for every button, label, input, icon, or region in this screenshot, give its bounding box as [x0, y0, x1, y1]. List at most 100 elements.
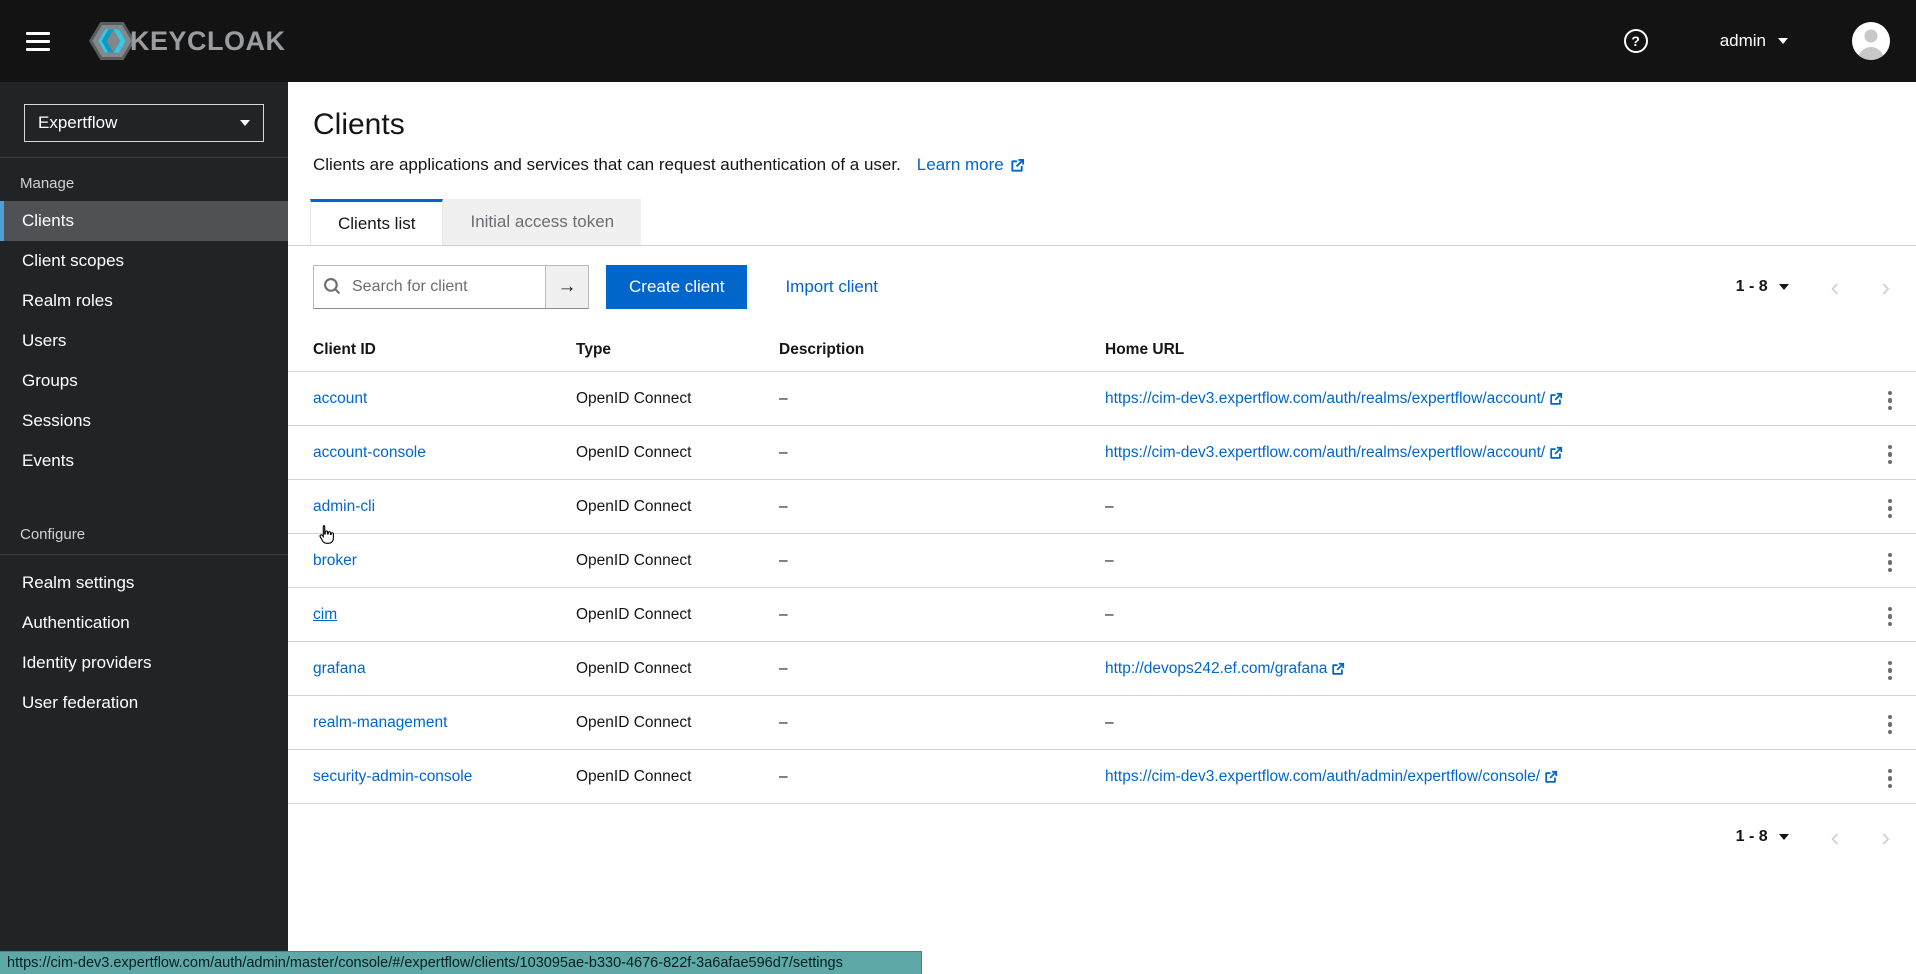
keycloak-brand-text: KEYCLOAK: [130, 26, 286, 57]
learn-more-label: Learn more: [917, 155, 1004, 175]
tab-clients-list[interactable]: Clients list: [310, 199, 443, 245]
sidebar-item-client-scopes[interactable]: Client scopes: [0, 241, 288, 281]
table-row: cimOpenID Connect––: [288, 588, 1916, 642]
home-url-link[interactable]: https://cim-dev3.expertflow.com/auth/rea…: [1105, 390, 1563, 408]
sidebar-item-events[interactable]: Events: [0, 441, 288, 481]
external-link-icon: [1331, 662, 1345, 676]
home-url-cell: –: [1105, 534, 1805, 588]
client-type-cell: OpenID Connect: [576, 426, 779, 480]
home-url-link[interactable]: https://cim-dev3.expertflow.com/auth/adm…: [1105, 768, 1558, 786]
sidebar-item-users[interactable]: Users: [0, 321, 288, 361]
kebab-menu-button[interactable]: [1874, 494, 1907, 524]
table-row: account-console OpenID Connect–https://ci…: [288, 426, 1916, 480]
user-menu-dropdown[interactable]: admin: [1720, 31, 1788, 51]
client-id-link[interactable]: cim: [313, 606, 337, 623]
user-avatar-icon: [1852, 22, 1890, 60]
clients-table: Client IDTypeDescriptionHome URL account…: [288, 329, 1916, 804]
client-type-cell: OpenID Connect: [576, 480, 779, 534]
kebab-menu-button[interactable]: [1874, 764, 1907, 794]
column-header-home-url: Home URL: [1105, 329, 1805, 372]
pagination-prev-button[interactable]: [1831, 274, 1840, 300]
client-id-link[interactable]: account: [313, 390, 367, 407]
client-type-cell: OpenID Connect: [576, 372, 779, 426]
client-type-cell: OpenID Connect: [576, 642, 779, 696]
client-id-link[interactable]: admin-cli: [313, 498, 375, 515]
client-id-link[interactable]: broker: [313, 552, 357, 569]
column-header-description: Description: [779, 329, 1105, 372]
table-row: brokerOpenID Connect––: [288, 534, 1916, 588]
toolbar: Create client Import client 1 - 8: [288, 246, 1916, 325]
realm-selector[interactable]: Expertflow: [24, 104, 264, 142]
sidebar-item-identity-providers[interactable]: Identity providers: [0, 643, 288, 683]
client-type-cell: OpenID Connect: [576, 750, 779, 804]
pagination: 1 - 8: [1736, 824, 1890, 850]
kebab-menu-button[interactable]: [1874, 386, 1907, 416]
client-description-cell: –: [779, 588, 1105, 642]
search-input[interactable]: [313, 265, 546, 309]
table-row: admin-cliOpenID Connect––: [288, 480, 1916, 534]
client-description-cell: –: [779, 696, 1105, 750]
client-id-link[interactable]: grafana: [313, 660, 366, 677]
avatar[interactable]: [1852, 22, 1890, 60]
pagination-range-dropdown[interactable]: 1 - 8: [1736, 278, 1789, 296]
pagination: 1 - 8: [1736, 274, 1890, 300]
keycloak-logo[interactable]: KEYCLOAK: [88, 17, 286, 65]
sidebar-item-realm-roles[interactable]: Realm roles: [0, 281, 288, 321]
home-url-cell: –: [1105, 696, 1805, 750]
sidebar-item-sessions[interactable]: Sessions: [0, 401, 288, 441]
bottom-bar: 1 - 8: [288, 804, 1916, 870]
client-description-cell: –: [779, 534, 1105, 588]
topbar-actions: admin: [1624, 22, 1890, 60]
client-description-cell: –: [779, 426, 1105, 480]
column-header-actions: [1805, 329, 1916, 372]
home-url-link[interactable]: http://devops242.ef.com/grafana: [1105, 660, 1345, 678]
sidebar-item-realm-settings[interactable]: Realm settings: [0, 563, 288, 603]
import-client-link[interactable]: Import client: [785, 277, 878, 297]
external-link-icon: [1549, 392, 1563, 406]
kebab-menu-button[interactable]: [1874, 710, 1907, 740]
status-url-bar: https://cim-dev3.expertflow.com/auth/adm…: [0, 951, 922, 974]
kebab-menu-button[interactable]: [1874, 656, 1907, 686]
external-link-icon: [1010, 158, 1025, 173]
pagination-next-button[interactable]: [1881, 824, 1890, 850]
kebab-menu-button[interactable]: [1874, 440, 1907, 470]
main-content: Clients Clients are applications and ser…: [288, 82, 1916, 974]
kebab-menu-button[interactable]: [1874, 548, 1907, 578]
create-client-button[interactable]: Create client: [606, 265, 747, 309]
hamburger-menu-icon[interactable]: [26, 32, 50, 51]
column-header-type: Type: [576, 329, 779, 372]
client-type-cell: OpenID Connect: [576, 534, 779, 588]
pagination-next-button[interactable]: [1881, 274, 1890, 300]
keycloak-hexagon-icon: [88, 17, 136, 65]
sidebar-item-clients[interactable]: Clients: [0, 201, 288, 241]
page-title: Clients: [313, 108, 1892, 142]
sidebar-item-authentication[interactable]: Authentication: [0, 603, 288, 643]
client-id-link[interactable]: realm-management: [313, 714, 447, 731]
sidebar-item-user-federation[interactable]: User federation: [0, 683, 288, 723]
nav-section-label: Manage: [0, 158, 288, 201]
external-link-icon: [1544, 770, 1558, 784]
home-url-link[interactable]: https://cim-dev3.expertflow.com/auth/rea…: [1105, 444, 1563, 462]
divider: [0, 554, 288, 555]
table-row: grafana OpenID Connect–http://devops242.e…: [288, 642, 1916, 696]
sidebar-item-groups[interactable]: Groups: [0, 361, 288, 401]
client-description-cell: –: [779, 372, 1105, 426]
search-submit-arrow-button[interactable]: [546, 265, 589, 309]
pagination-prev-button[interactable]: [1831, 824, 1840, 850]
chevron-down-icon: [1779, 834, 1789, 840]
client-description-cell: –: [779, 750, 1105, 804]
column-header-client-id: Client ID: [288, 329, 576, 372]
help-icon[interactable]: [1624, 29, 1648, 53]
learn-more-link[interactable]: Learn more: [917, 155, 1025, 175]
kebab-menu-button[interactable]: [1874, 602, 1907, 632]
table-row: account OpenID Connect–https://cim-dev3.e…: [288, 372, 1916, 426]
client-id-link[interactable]: account-console: [313, 444, 426, 461]
search-group: [313, 265, 589, 309]
username-label: admin: [1720, 31, 1766, 51]
tab-initial-access-token[interactable]: Initial access token: [443, 199, 641, 245]
client-id-link[interactable]: security-admin-console: [313, 768, 472, 785]
client-description-cell: –: [779, 642, 1105, 696]
pagination-range-dropdown[interactable]: 1 - 8: [1736, 828, 1789, 846]
client-description-cell: –: [779, 480, 1105, 534]
external-link-icon: [1549, 446, 1563, 460]
